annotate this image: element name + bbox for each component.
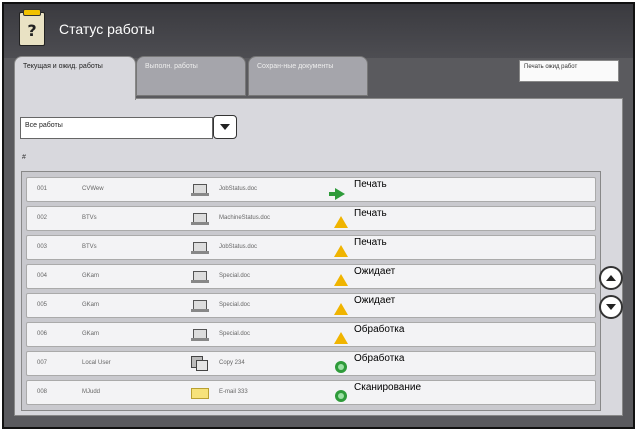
table-row[interactable]: 001 CVWew JobStatus.doc Печать: [26, 177, 596, 202]
window-title: Статус работы: [59, 21, 155, 37]
table-row[interactable]: 004 GKam Special.doc Ожидает: [26, 264, 596, 289]
job-panel: Все работы # 001 CVWew JobStatus.doc Печ…: [14, 98, 623, 416]
job-status: Сканирование: [354, 382, 422, 393]
job-number: 001: [37, 186, 48, 192]
arrow-icon: [329, 188, 345, 200]
job-file: E-mail 333: [219, 389, 248, 395]
job-number: 004: [37, 273, 48, 279]
job-filter-select[interactable]: Все работы: [20, 117, 213, 139]
job-user: MJudd: [82, 389, 101, 395]
job-file: MachineStatus.doc: [219, 215, 271, 221]
question-document-icon: ?: [19, 9, 45, 46]
job-user: GKam: [82, 331, 100, 337]
job-status: Печать: [354, 237, 387, 248]
warning-icon: [334, 274, 348, 286]
job-file: Special.doc: [219, 273, 251, 279]
scroll-down-button[interactable]: [599, 295, 623, 319]
job-file: Special.doc: [219, 331, 251, 337]
job-file: Copy 234: [219, 360, 245, 366]
job-status: Ожидает: [354, 295, 396, 306]
job-status: Печать: [354, 208, 387, 219]
title-bar: ? Статус работы: [4, 4, 633, 58]
job-user: CVWew: [82, 186, 104, 192]
email-icon: [191, 388, 209, 399]
printer-icon: [191, 329, 209, 341]
printer-icon: [191, 300, 209, 312]
job-number: 006: [37, 331, 48, 337]
filter-dropdown-button[interactable]: [213, 115, 237, 139]
scroll-up-button[interactable]: [599, 266, 623, 290]
printer-icon: [191, 184, 209, 196]
table-row[interactable]: 002 BTVs MachineStatus.doc Печать: [26, 206, 596, 231]
job-number: 002: [37, 215, 48, 221]
tab-current-jobs[interactable]: Текущая и ожид. работы: [14, 56, 136, 100]
table-row[interactable]: 003 BTVs JobStatus.doc Печать: [26, 235, 596, 260]
warning-icon: [334, 216, 348, 228]
job-number: 007: [37, 360, 48, 366]
printer-icon: [191, 213, 209, 225]
tab-completed-jobs[interactable]: Выполн. работы: [136, 56, 246, 96]
job-user: GKam: [82, 273, 100, 279]
copy-icon: [191, 356, 209, 372]
chevron-down-icon: [220, 124, 230, 130]
tab-saved-documents[interactable]: Сохран-ные документы: [248, 56, 368, 96]
job-status: Печать: [354, 179, 387, 190]
processing-icon: [335, 390, 347, 402]
job-number: 008: [37, 389, 48, 395]
window-frame: ? Статус работы Текущая и ожид. работы В…: [2, 2, 635, 429]
warning-icon: [334, 303, 348, 315]
job-status: Обработка: [354, 353, 405, 364]
job-file: JobStatus.doc: [219, 244, 258, 250]
chevron-up-icon: [606, 275, 616, 281]
job-user: BTVs: [82, 244, 97, 250]
printer-icon: [191, 242, 209, 254]
table-row[interactable]: 007 Local User Copy 234 Обработка: [26, 351, 596, 376]
processing-icon: [335, 361, 347, 373]
job-user: GKam: [82, 302, 100, 308]
job-user: Local User: [82, 360, 111, 366]
job-number: 005: [37, 302, 48, 308]
job-file: JobStatus.doc: [219, 186, 258, 192]
table-row[interactable]: 006 GKam Special.doc Обработка: [26, 322, 596, 347]
printer-icon: [191, 271, 209, 283]
chevron-down-icon: [606, 304, 616, 310]
list-marker: #: [22, 154, 26, 161]
table-row[interactable]: 008 MJudd E-mail 333 Сканирование: [26, 380, 596, 405]
warning-icon: [334, 245, 348, 257]
job-file: Special.doc: [219, 302, 251, 308]
print-waiting-jobs-button[interactable]: Печать ожид работ: [519, 60, 619, 82]
warning-icon: [334, 332, 348, 344]
table-row[interactable]: 005 GKam Special.doc Ожидает: [26, 293, 596, 318]
job-status: Ожидает: [354, 266, 396, 277]
job-user: BTVs: [82, 215, 97, 221]
job-number: 003: [37, 244, 48, 250]
job-status: Обработка: [354, 324, 405, 335]
job-list: 001 CVWew JobStatus.doc Печать 002 BTVs …: [21, 171, 601, 411]
